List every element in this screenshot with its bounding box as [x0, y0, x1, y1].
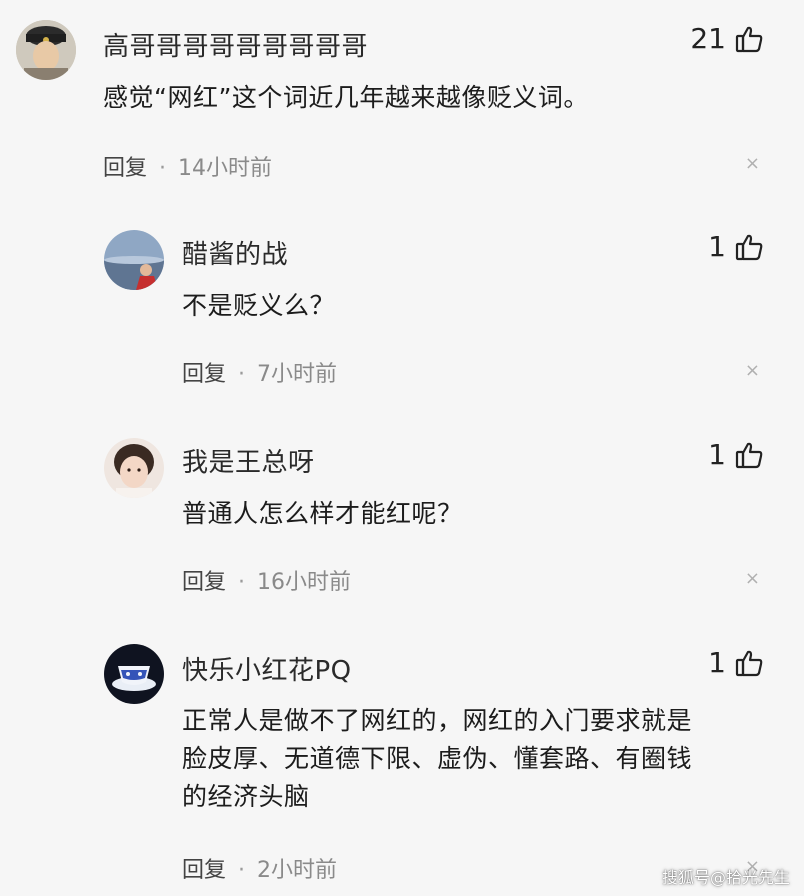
- comment-text: 正常人是做不了网红的，网红的入门要求就是 脸皮厚、无道德下限、虚伪、懂套路、有圈…: [182, 702, 692, 816]
- comment-author[interactable]: 我是王总呀: [182, 442, 315, 479]
- separator-dot: ·: [159, 156, 167, 181]
- thumbs-up-icon: [734, 440, 764, 470]
- like-count: 1: [708, 438, 726, 471]
- like-count: 1: [708, 230, 726, 263]
- close-icon[interactable]: ×: [745, 362, 760, 380]
- comment-text: 普通人怎么样才能红呢？: [182, 499, 463, 528]
- like-button[interactable]: 21: [690, 22, 764, 55]
- comment-meta: 回复 · 16小时前: [182, 564, 351, 596]
- comment-time: 16小时前: [257, 570, 352, 595]
- reply-button[interactable]: 回复: [182, 362, 226, 387]
- comment-meta: 回复 · 7小时前: [182, 356, 337, 388]
- watermark: 搜狐号@拾光先生: [661, 868, 790, 887]
- like-button[interactable]: 1: [708, 230, 764, 263]
- close-icon[interactable]: ×: [745, 570, 760, 588]
- like-count: 1: [708, 646, 726, 679]
- comment-author[interactable]: 醋酱的战: [182, 234, 288, 271]
- reply-button[interactable]: 回复: [182, 570, 226, 595]
- reply-button[interactable]: 回复: [103, 156, 147, 181]
- close-icon[interactable]: ×: [745, 155, 760, 173]
- comment-author[interactable]: 快乐小红花PQ: [182, 650, 352, 687]
- comment-author[interactable]: 高哥哥哥哥哥哥哥哥哥: [103, 26, 368, 63]
- separator-dot: ·: [238, 570, 246, 595]
- comment-meta: 回复 · 14小时前: [103, 150, 272, 182]
- avatar[interactable]: [104, 230, 164, 290]
- comment-time: 2小时前: [257, 858, 338, 883]
- avatar[interactable]: [104, 438, 164, 498]
- comment-text-line: 正常人是做不了网红的，网红的入门要求就是: [182, 706, 693, 735]
- like-button[interactable]: 1: [708, 646, 764, 679]
- comment-time: 7小时前: [257, 362, 338, 387]
- thumbs-up-icon: [734, 648, 764, 678]
- comment-text-line: 脸皮厚、无道德下限、虚伪、懂套路、有圈钱: [182, 744, 693, 773]
- comment-text: 感觉“网红”这个词近几年越来越像贬义词。: [103, 83, 589, 112]
- reply-button[interactable]: 回复: [182, 858, 226, 883]
- like-button[interactable]: 1: [708, 438, 764, 471]
- comment-meta: 回复 · 2小时前: [182, 852, 337, 884]
- separator-dot: ·: [238, 858, 246, 883]
- comment-text: 不是贬义么？: [182, 291, 336, 320]
- comment-time: 14小时前: [178, 156, 273, 181]
- thumbs-up-icon: [734, 232, 764, 262]
- thumbs-up-icon: [734, 24, 764, 54]
- like-count: 21: [690, 22, 726, 55]
- avatar[interactable]: [104, 644, 164, 704]
- avatar[interactable]: [16, 20, 76, 80]
- comment-text-line: 的经济头脑: [182, 782, 310, 811]
- separator-dot: ·: [238, 362, 246, 387]
